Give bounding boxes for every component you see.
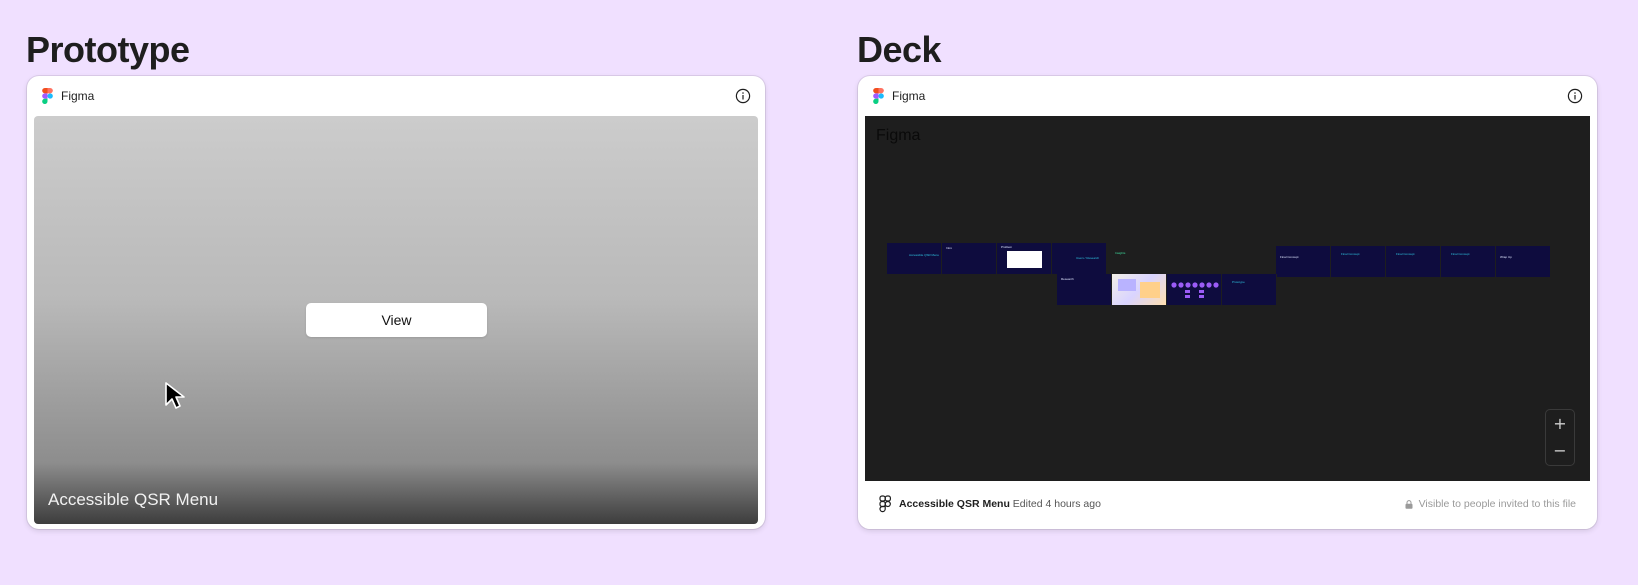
- deck-canvas[interactable]: Figma Accessible QSR Menu Intro Problem …: [865, 116, 1590, 481]
- zoom-controls: + −: [1545, 409, 1575, 466]
- prototype-card-header: Figma: [27, 76, 765, 116]
- zoom-out-button[interactable]: −: [1546, 443, 1574, 459]
- slide-title: Final Concept: [1396, 252, 1415, 256]
- prototype-file-title: Accessible QSR Menu: [48, 490, 219, 509]
- info-icon[interactable]: [735, 88, 751, 104]
- slide-thumbnail[interactable]: Intro: [942, 243, 997, 274]
- prototype-brand-label: Figma: [61, 89, 95, 103]
- slide-thumbnail[interactable]: Final Concept: [1441, 246, 1496, 277]
- slide-thumbnail[interactable]: Accessible QSR Menu: [887, 243, 942, 274]
- canvas-label: Figma: [876, 127, 921, 144]
- deck-file-name: Accessible QSR Menu Edited 4 hours ago: [899, 498, 1101, 511]
- prototype-preview[interactable]: View Accessible QSR Menu: [34, 116, 758, 524]
- slide-title: Accessible QSR Menu: [909, 253, 940, 257]
- prototype-embed-card: Figma View Accessible QSR Menu: [27, 76, 765, 529]
- slide-title: Final Concept: [1451, 252, 1470, 256]
- deck-brand-label: Figma: [892, 89, 926, 103]
- slide-title: Users / Research: [1076, 256, 1100, 260]
- info-icon[interactable]: [1567, 88, 1583, 104]
- deck-card-header: Figma: [858, 76, 1597, 116]
- slide-thumbnail[interactable]: Prototype: [1222, 274, 1277, 305]
- view-prototype-button[interactable]: View: [306, 303, 487, 337]
- visibility-text: Visible to people invited to this file: [1418, 498, 1576, 510]
- slide-thumbnail[interactable]: Problem: [997, 243, 1052, 274]
- file-name-text[interactable]: Accessible QSR Menu: [899, 498, 1010, 510]
- figma-file-icon: [879, 495, 891, 513]
- slide-title: Final Concept: [1341, 252, 1360, 256]
- edited-timestamp: Edited 4 hours ago: [1012, 498, 1101, 510]
- slide-title: Final Concept: [1280, 255, 1299, 259]
- slide-title: Insights: [1115, 251, 1126, 255]
- slide-title: Problem: [1001, 245, 1013, 249]
- zoom-in-button[interactable]: +: [1546, 416, 1574, 432]
- slide-thumbnail[interactable]: Final Concept: [1276, 246, 1331, 277]
- slide-thumbnail[interactable]: Users / Research: [1052, 243, 1107, 274]
- slide-image: [1007, 251, 1042, 268]
- deck-footer: Accessible QSR Menu Edited 4 hours ago V…: [865, 481, 1590, 529]
- visibility-status: Visible to people invited to this file: [1405, 498, 1576, 511]
- deck-section-title: Deck: [857, 29, 942, 70]
- deck-embed-card: Figma Figma Accessible QSR Menu Intro Pr…: [858, 76, 1597, 529]
- slide-thumbnail[interactable]: Research: [1057, 274, 1112, 305]
- slide-title: Research: [1061, 277, 1074, 281]
- figma-logo-icon: [42, 88, 53, 104]
- slide-thumbnail[interactable]: Final Concept: [1331, 246, 1386, 277]
- slide-thumbnail[interactable]: [1112, 274, 1167, 305]
- slide-image: [1140, 282, 1160, 298]
- slide-thumbnail[interactable]: Wrap Up: [1496, 246, 1551, 277]
- prototype-section-title: Prototype: [26, 29, 190, 70]
- slide-title: Prototype: [1232, 280, 1245, 284]
- slide-thumbnail[interactable]: Insights: [1107, 243, 1162, 274]
- slide-flow-diagram: [1171, 282, 1219, 298]
- slide-title: Intro: [946, 246, 953, 250]
- lock-icon: [1405, 500, 1413, 509]
- mouse-cursor-icon: [165, 382, 185, 409]
- figma-logo-icon: [873, 88, 884, 104]
- slide-thumbnail[interactable]: Final Concept: [1386, 246, 1441, 277]
- slide-image: [1118, 279, 1136, 291]
- slide-thumbnail[interactable]: [1167, 274, 1222, 305]
- slide-title: Wrap Up: [1500, 255, 1512, 259]
